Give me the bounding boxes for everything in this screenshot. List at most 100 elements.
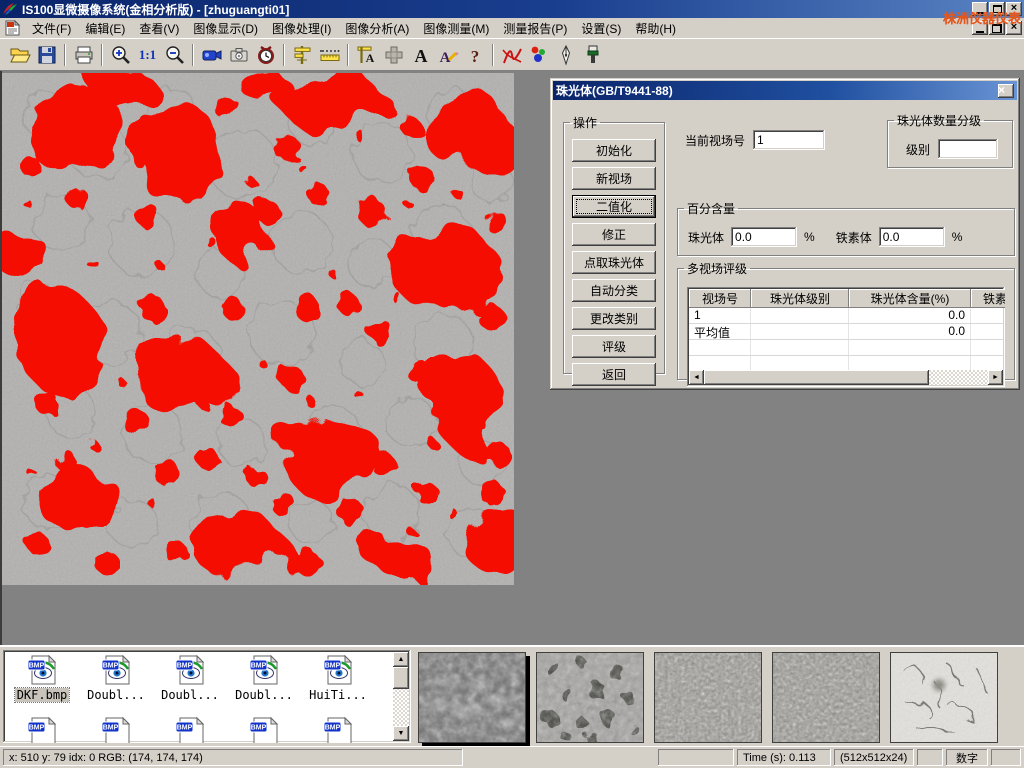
scroll-right-icon[interactable]: ► bbox=[988, 370, 1003, 385]
grid-cross-icon[interactable] bbox=[380, 41, 407, 68]
thumbnail-image[interactable] bbox=[890, 652, 998, 743]
thumbnail-strip bbox=[418, 652, 998, 743]
dialog-close-icon[interactable]: × bbox=[998, 84, 1014, 98]
brush-icon[interactable] bbox=[579, 41, 606, 68]
zoom-in-icon[interactable] bbox=[107, 41, 134, 68]
change-class-button[interactable]: 更改类别 bbox=[572, 307, 656, 330]
toolbar-separator bbox=[283, 44, 285, 66]
dialog-title: 珠光体(GB/T9441-88) bbox=[556, 82, 998, 99]
scrollbar-thumb[interactable] bbox=[704, 370, 929, 385]
app-logo-icon bbox=[2, 2, 18, 16]
phase-color-icon[interactable] bbox=[525, 41, 552, 68]
status-mode: 数字 bbox=[946, 749, 988, 766]
init-button[interactable]: 初始化 bbox=[572, 139, 656, 162]
table-row[interactable]: 平均值 0.0 bbox=[689, 324, 1003, 340]
col-header-field-no[interactable]: 视场号 bbox=[689, 289, 751, 308]
scrollbar-thumb[interactable] bbox=[393, 667, 409, 689]
file-item[interactable]: BMP bbox=[153, 716, 227, 743]
menu-item-view[interactable]: 查看(V) bbox=[132, 18, 186, 39]
binarize-button[interactable]: 二值化 bbox=[572, 195, 656, 218]
menu-item-settings[interactable]: 设置(S) bbox=[574, 18, 628, 39]
file-item[interactable]: BMP bbox=[79, 716, 153, 743]
menu-item-file[interactable]: 文件(F) bbox=[25, 18, 78, 39]
file-item[interactable]: BMP Doubl... bbox=[227, 654, 301, 702]
pick-pearlite-button[interactable]: 点取珠光体 bbox=[572, 251, 656, 274]
zoom-out-icon[interactable] bbox=[161, 41, 188, 68]
toolbar: 1:1 A A A ? bbox=[0, 38, 1024, 71]
menu-item-image-process[interactable]: 图像处理(I) bbox=[265, 18, 338, 39]
print-icon[interactable] bbox=[70, 41, 97, 68]
multi-field-group-label: 多视场评级 bbox=[684, 260, 750, 277]
caliper-icon[interactable] bbox=[289, 41, 316, 68]
file-item[interactable]: BMP DKF.bmp bbox=[5, 654, 79, 702]
document-system-icon[interactable] bbox=[4, 20, 21, 36]
thumbnail-image[interactable] bbox=[654, 652, 762, 743]
pen-icon[interactable] bbox=[552, 41, 579, 68]
menu-item-image-display[interactable]: 图像显示(D) bbox=[186, 18, 265, 39]
auto-classify-button[interactable]: 自动分类 bbox=[572, 279, 656, 302]
vendor-watermark: 株洲仪器仪表 bbox=[943, 8, 1021, 27]
col-header-ferrite[interactable]: 铁素体 bbox=[971, 289, 1005, 308]
svg-text:BMP: BMP bbox=[325, 663, 341, 670]
pearlite-percent-input[interactable] bbox=[731, 227, 797, 247]
menu-item-image-analysis[interactable]: 图像分析(A) bbox=[338, 18, 416, 39]
toolbar-separator bbox=[192, 44, 194, 66]
timer-clock-icon[interactable] bbox=[252, 41, 279, 68]
curve-tool-icon[interactable] bbox=[498, 41, 525, 68]
ruler-icon[interactable] bbox=[316, 41, 343, 68]
thumbnail-image[interactable] bbox=[772, 652, 880, 743]
thumbnail-image[interactable] bbox=[418, 652, 526, 743]
file-item[interactable]: BMP bbox=[227, 716, 301, 743]
actual-size-icon[interactable]: 1:1 bbox=[134, 41, 161, 68]
toolbar-separator bbox=[492, 44, 494, 66]
pearlite-dialog: 珠光体(GB/T9441-88) × 操作 初始化 新视场 二值化 修正 点取珠… bbox=[550, 78, 1020, 390]
file-item[interactable]: BMP Doubl... bbox=[153, 654, 227, 702]
file-item[interactable]: BMP HuiTi... bbox=[301, 654, 375, 702]
status-bar: x: 510 y: 79 idx: 0 RGB: (174, 174, 174)… bbox=[0, 746, 1024, 768]
grade-input[interactable] bbox=[938, 139, 998, 159]
new-field-button[interactable]: 新视场 bbox=[572, 167, 656, 190]
status-empty-panel bbox=[991, 749, 1021, 766]
current-field-input[interactable] bbox=[753, 130, 825, 150]
file-item[interactable]: BMP bbox=[5, 716, 79, 743]
video-camera-icon[interactable] bbox=[198, 41, 225, 68]
annotate-icon[interactable]: A bbox=[434, 41, 461, 68]
status-empty-panel bbox=[917, 749, 943, 766]
save-icon[interactable] bbox=[33, 41, 60, 68]
col-header-pearlite-pct[interactable]: 珠光体含量(%) bbox=[849, 289, 971, 308]
file-item[interactable]: BMP Doubl... bbox=[79, 654, 153, 702]
percent-group-label: 百分含量 bbox=[684, 200, 738, 217]
text-label-icon[interactable]: A bbox=[407, 41, 434, 68]
menu-item-edit[interactable]: 编辑(E) bbox=[78, 18, 132, 39]
help-icon[interactable]: ? bbox=[461, 41, 488, 68]
scroll-down-icon[interactable]: ▼ bbox=[393, 726, 409, 741]
table-horizontal-scrollbar[interactable]: ◄ ► bbox=[689, 370, 1003, 385]
metallograph-image[interactable] bbox=[2, 73, 514, 585]
svg-text:BMP: BMP bbox=[251, 725, 267, 732]
menu-bar: 文件(F) 编辑(E) 查看(V) 图像显示(D) 图像处理(I) 图像分析(A… bbox=[0, 18, 1024, 38]
rate-button[interactable]: 评级 bbox=[572, 335, 656, 358]
toolbar-separator bbox=[64, 44, 66, 66]
menu-item-image-measure[interactable]: 图像测量(M) bbox=[416, 18, 496, 39]
ferrite-percent-input[interactable] bbox=[879, 227, 945, 247]
file-name: Doubl... bbox=[159, 688, 221, 702]
return-button[interactable]: 返回 bbox=[572, 363, 656, 386]
svg-text:BMP: BMP bbox=[29, 725, 45, 732]
table-row[interactable]: 1 0.0 bbox=[689, 308, 1003, 324]
thumbnail-image[interactable] bbox=[536, 652, 644, 743]
menu-item-measure-report[interactable]: 测量报告(P) bbox=[496, 18, 574, 39]
open-folder-icon[interactable] bbox=[6, 41, 33, 68]
file-list-scrollbar[interactable]: ▲ ▼ bbox=[393, 652, 409, 741]
dialog-title-bar: 珠光体(GB/T9441-88) × bbox=[553, 81, 1017, 100]
correct-button[interactable]: 修正 bbox=[572, 223, 656, 246]
toolbar-separator bbox=[347, 44, 349, 66]
scroll-left-icon[interactable]: ◄ bbox=[689, 370, 704, 385]
file-item[interactable]: BMP bbox=[301, 716, 375, 743]
col-header-pearlite-grade[interactable]: 珠光体级别 bbox=[751, 289, 849, 308]
menu-item-help[interactable]: 帮助(H) bbox=[628, 18, 683, 39]
scroll-up-icon[interactable]: ▲ bbox=[393, 652, 409, 667]
status-image-size: (512x512x24) bbox=[834, 749, 914, 766]
measure-text-icon[interactable]: A bbox=[353, 41, 380, 68]
svg-text:BMP: BMP bbox=[177, 725, 193, 732]
snapshot-camera-icon[interactable] bbox=[225, 41, 252, 68]
